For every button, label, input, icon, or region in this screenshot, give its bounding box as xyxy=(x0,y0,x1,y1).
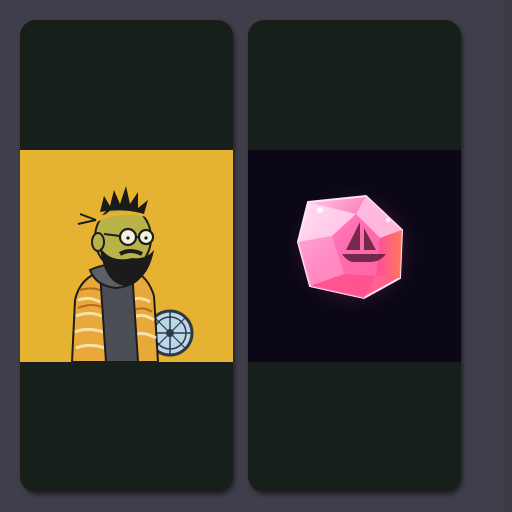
card-1-artwork[interactable] xyxy=(20,150,233,362)
bearded-man-with-fan-avatar-icon xyxy=(20,150,233,362)
nft-card-1[interactable] xyxy=(20,20,233,492)
card-2-artwork[interactable] xyxy=(248,150,461,362)
page-scrollbar[interactable] xyxy=(504,0,512,512)
nft-card-2[interactable] xyxy=(248,20,461,492)
pink-crystal-with-ship-logo-icon xyxy=(248,150,461,362)
